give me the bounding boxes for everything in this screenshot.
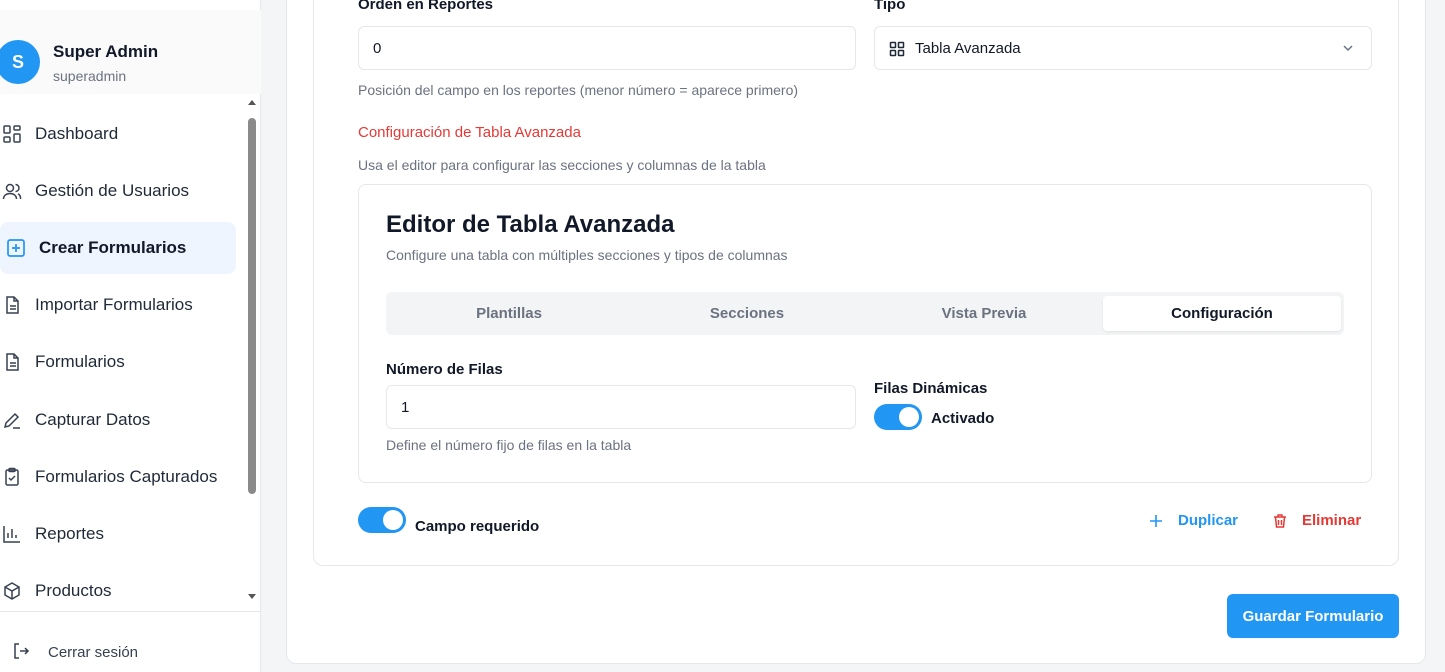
logout-label: Cerrar sesión: [48, 644, 139, 661]
logout-button[interactable]: Cerrar sesión: [0, 611, 261, 672]
pencil-icon: [2, 410, 22, 430]
sidebar: S Super Admin superadmin Dashboard Gesti…: [0, 0, 261, 672]
sidebar-item-dashboard[interactable]: Dashboard: [0, 108, 236, 160]
save-form-button[interactable]: Guardar Formulario: [1227, 594, 1399, 638]
tab-sections[interactable]: Secciones: [628, 296, 866, 331]
editor-subtitle: Configure una tabla con múltiples seccio…: [386, 247, 788, 263]
duplicate-button[interactable]: Duplicar: [1148, 512, 1238, 529]
avatar: S: [0, 40, 40, 84]
editor-tabs: Plantillas Secciones Vista Previa Config…: [386, 292, 1344, 335]
tab-configuration[interactable]: Configuración: [1103, 296, 1341, 331]
sidebar-item-users[interactable]: Gestión de Usuarios: [0, 165, 236, 217]
file-icon: [2, 295, 22, 315]
scroll-down-arrow-icon[interactable]: [248, 594, 256, 599]
required-label: Campo requerido: [415, 518, 540, 535]
logout-icon: [12, 642, 30, 660]
type-select-value: Tabla Avanzada: [915, 40, 1021, 57]
users-icon: [2, 181, 22, 201]
sidebar-item-label: Crear Formularios: [39, 238, 187, 257]
advanced-table-config-title: Configuración de Tabla Avanzada: [358, 124, 581, 141]
toggle-knob: [383, 510, 403, 530]
plus-icon: [1148, 513, 1164, 529]
sidebar-item-label: Gestión de Usuarios: [35, 181, 190, 200]
sidebar-item-capture-data[interactable]: Capturar Datos: [0, 394, 236, 446]
sidebar-item-label: Reportes: [35, 524, 104, 543]
required-toggle[interactable]: [358, 507, 406, 533]
dashboard-icon: [2, 124, 22, 144]
user-profile: S Super Admin superadmin: [0, 10, 261, 94]
tab-preview[interactable]: Vista Previa: [865, 296, 1103, 331]
rows-label: Número de Filas: [386, 361, 503, 378]
order-help-text: Posición del campo en los reportes (meno…: [358, 82, 799, 98]
bar-chart-icon: [2, 524, 22, 544]
rows-help-text: Define el número fijo de filas en la tab…: [386, 437, 632, 453]
plus-square-icon: [6, 238, 26, 258]
sidebar-item-label: Productos: [35, 581, 112, 600]
sidebar-item-forms[interactable]: Formularios: [0, 336, 236, 388]
type-select[interactable]: Tabla Avanzada: [874, 26, 1372, 70]
sidebar-item-reports[interactable]: Reportes: [0, 508, 236, 560]
chevron-down-icon: [1341, 41, 1355, 55]
dynamic-rows-label: Filas Dinámicas: [874, 380, 988, 397]
user-name: Super Admin: [53, 42, 159, 61]
sidebar-item-import-forms[interactable]: Importar Formularios: [0, 279, 236, 331]
file-icon: [2, 352, 22, 372]
editor-title: Editor de Tabla Avanzada: [386, 211, 675, 238]
sidebar-item-captured-forms[interactable]: Formularios Capturados: [0, 451, 236, 503]
tab-templates[interactable]: Plantillas: [390, 296, 628, 331]
scroll-thumb[interactable]: [248, 118, 256, 494]
dynamic-rows-toggle[interactable]: [874, 404, 922, 430]
grid-icon: [889, 41, 905, 57]
delete-label: Eliminar: [1302, 512, 1362, 529]
advanced-table-config-help: Usa el editor para configurar las seccio…: [358, 157, 766, 173]
sidebar-item-label: Capturar Datos: [35, 410, 151, 429]
sidebar-item-create-forms[interactable]: Crear Formularios: [0, 222, 236, 274]
sidebar-item-label: Dashboard: [35, 124, 119, 143]
sidebar-item-label: Formularios: [35, 352, 125, 371]
type-label: Tipo: [874, 0, 906, 13]
box-icon: [2, 581, 22, 601]
rows-input[interactable]: 1: [386, 385, 856, 429]
order-label: Orden en Reportes: [358, 0, 494, 13]
duplicate-label: Duplicar: [1178, 512, 1239, 529]
scroll-up-arrow-icon[interactable]: [248, 100, 256, 105]
delete-button[interactable]: Eliminar: [1272, 512, 1361, 529]
sidebar-item-label: Importar Formularios: [35, 295, 193, 314]
toggle-knob: [899, 407, 919, 427]
trash-icon: [1272, 513, 1288, 529]
dynamic-rows-state: Activado: [931, 410, 995, 427]
sidebar-item-products[interactable]: Productos: [0, 565, 236, 617]
sidebar-scrollbar[interactable]: [246, 100, 258, 606]
user-handle: superadmin: [53, 68, 127, 84]
order-input[interactable]: 0: [358, 26, 856, 70]
clipboard-check-icon: [2, 467, 22, 487]
sidebar-item-label: Formularios Capturados: [35, 467, 218, 486]
